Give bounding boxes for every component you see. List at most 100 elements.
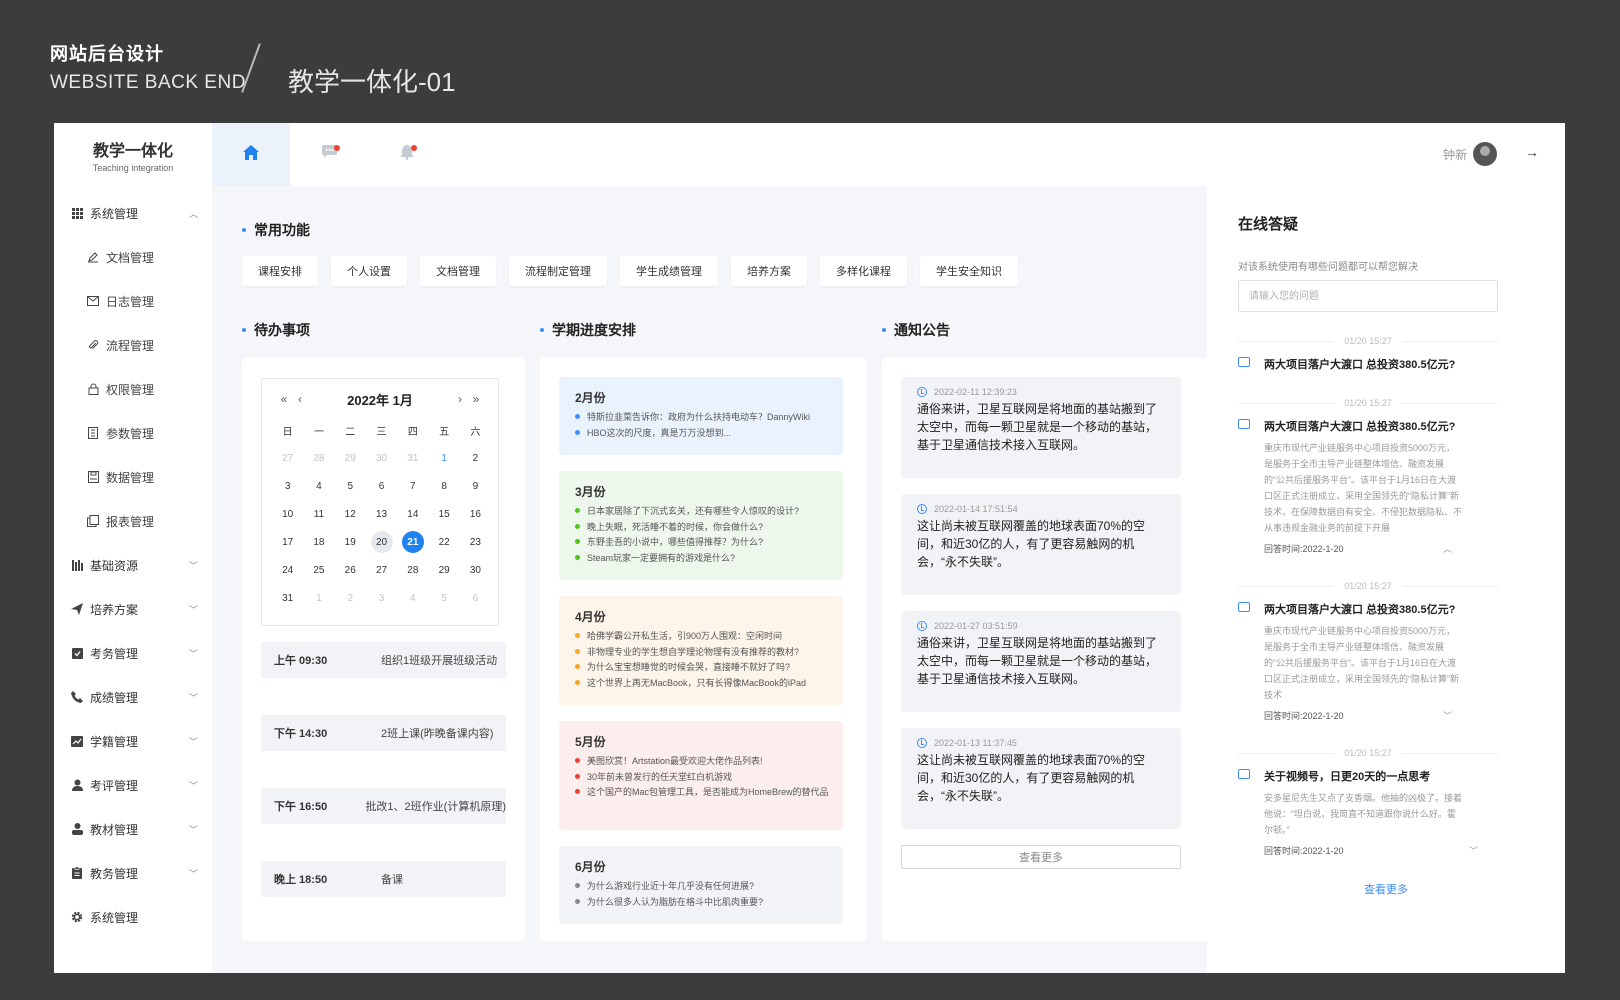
sidebar-item-system[interactable]: 系统管理 ︿ xyxy=(54,191,212,235)
sidebar-item-logs[interactable]: 日志管理 xyxy=(54,279,212,323)
notices-more-button[interactable]: 查看更多 xyxy=(901,845,1181,869)
calendar-day[interactable]: 4 xyxy=(308,475,330,497)
calendar-day[interactable]: 28 xyxy=(308,447,330,469)
calendar-day[interactable]: 23 xyxy=(464,531,486,553)
sidebar-item-data[interactable]: 数据管理 xyxy=(54,455,212,499)
chevron-down-icon[interactable]: ﹀ xyxy=(1443,709,1452,722)
quick-docs-button[interactable]: 文档管理 xyxy=(420,256,496,286)
user-menu[interactable]: 钟新 xyxy=(1443,142,1497,166)
month-list-item[interactable]: 美图欣赏！Artstation最受欢迎大佬作品列表! xyxy=(575,753,827,769)
todo-item[interactable]: 下午 16:50 批改1、2班作业(计算机原理) xyxy=(261,788,506,824)
calendar-day[interactable]: 3 xyxy=(277,475,299,497)
sidebar-item-training[interactable]: 培养方案 ﹀ xyxy=(54,587,212,631)
notice-item[interactable]: 2022-01-27 03:51:59 通俗来讲，卫星互联网是将地面的基站搬到了… xyxy=(901,611,1181,712)
notice-item[interactable]: 2022-01-13 11:37:45 这让尚未被互联网覆盖的地球表面70%的空… xyxy=(901,728,1181,829)
month-list-item[interactable]: 为什么很多人认为脂肪在格斗中比肌肉重要? xyxy=(575,894,827,910)
month-block[interactable]: 4月份 哈佛学霸公开私生活，引900万人围观：空闲时间 非物理专业的学生想自学理论… xyxy=(559,596,843,705)
qa-item[interactable]: 01/20 15:27 两大项目落户大渡口 总投资380.5亿元? 重庆市现代产… xyxy=(1238,581,1498,722)
calendar-day[interactable]: 15 xyxy=(433,503,455,525)
calendar-day[interactable]: 2 xyxy=(464,447,486,469)
calendar-day[interactable]: 5 xyxy=(433,587,455,609)
calendar-day[interactable]: 26 xyxy=(339,559,361,581)
sidebar-item-reports[interactable]: 报表管理 xyxy=(54,499,212,543)
month-list-item[interactable]: 日本家居除了下沉式玄关，还有哪些令人惊叹的设计? xyxy=(575,503,827,519)
sidebar-item-docs[interactable]: 文档管理 xyxy=(54,235,212,279)
todo-item[interactable]: 下午 14:30 2班上课(昨晚备课内容) xyxy=(261,715,506,751)
month-block[interactable]: 3月份 日本家居除了下沉式玄关，还有哪些令人惊叹的设计? 晚上失眠，死活睡不着的时… xyxy=(559,471,843,580)
sidebar-item-textbooks[interactable]: 教材管理 ﹀ xyxy=(54,807,212,851)
calendar-day[interactable]: 9 xyxy=(464,475,486,497)
calendar-day[interactable]: 29 xyxy=(433,559,455,581)
month-block[interactable]: 5月份 美图欣赏！Artstation最受欢迎大佬作品列表! 30年前未曾发行的任… xyxy=(559,721,843,830)
calendar-day[interactable]: 31 xyxy=(402,447,424,469)
question-input[interactable] xyxy=(1238,280,1498,312)
month-block[interactable]: 2月份 特斯拉韭菜告诉你：政府为什么扶持电动车？DannyWiki HBO这次的尺… xyxy=(559,377,843,455)
calendar-day[interactable]: 2 xyxy=(339,587,361,609)
sidebar-item-process[interactable]: 流程管理 xyxy=(54,323,212,367)
calendar-day[interactable]: 3 xyxy=(371,587,393,609)
calendar-day[interactable]: 6 xyxy=(371,475,393,497)
chevron-up-icon[interactable]: ︿ xyxy=(1443,542,1452,555)
quick-process-button[interactable]: 流程制定管理 xyxy=(509,256,607,286)
month-list-item[interactable]: 特斯拉韭菜告诉你：政府为什么扶持电动车？DannyWiki xyxy=(575,409,827,425)
calendar-day[interactable]: 18 xyxy=(308,531,330,553)
logout-arrow-icon[interactable]: → xyxy=(1525,144,1539,160)
calendar-day[interactable]: 17 xyxy=(277,531,299,553)
sidebar-item-evaluation[interactable]: 考评管理 ﹀ xyxy=(54,763,212,807)
calendar-day[interactable]: 27 xyxy=(277,447,299,469)
calendar-day[interactable]: 10 xyxy=(277,503,299,525)
sidebar-item-grades[interactable]: 成绩管理 ﹀ xyxy=(54,675,212,719)
sidebar-item-params[interactable]: 参数管理 xyxy=(54,411,212,455)
sidebar-item-records[interactable]: 学籍管理 ﹀ xyxy=(54,719,212,763)
month-list-item[interactable]: 晚上失眠，死活睡不着的时候，你会做什么? xyxy=(575,519,827,535)
tab-messages[interactable] xyxy=(290,123,368,186)
sidebar-item-permissions[interactable]: 权限管理 xyxy=(54,367,212,411)
prev-month-icon[interactable]: ‹ xyxy=(292,392,308,406)
calendar-day[interactable]: 29 xyxy=(339,447,361,469)
notice-item[interactable]: 2022-01-14 17:51:54 这让尚未被互联网覆盖的地球表面70%的空… xyxy=(901,494,1181,595)
month-list-item[interactable]: 非物理专业的学生想自学理论物理有没有推荐的教材? xyxy=(575,644,827,660)
calendar-day[interactable]: 20 xyxy=(370,531,393,553)
calendar-day[interactable]: 22 xyxy=(433,531,455,553)
month-list-item[interactable]: 这个国产的Mac包管理工具，是否能成为HomeBrew的替代品 xyxy=(575,784,829,800)
logo[interactable]: 教学一体化 Teaching integration xyxy=(54,123,212,185)
sidebar-item-academic[interactable]: 教务管理 ﹀ xyxy=(54,851,212,895)
calendar-day[interactable]: 7 xyxy=(402,475,424,497)
calendar-day[interactable]: 30 xyxy=(371,447,393,469)
calendar-day[interactable]: 1 xyxy=(308,587,330,609)
qa-item[interactable]: 01/20 15:27 两大项目落户大渡口 总投资380.5亿元? xyxy=(1238,336,1498,372)
quick-grades-button[interactable]: 学生成绩管理 xyxy=(620,256,718,286)
month-list-item[interactable]: 东野圭吾的小说中，哪些值得推荐？为什么? xyxy=(575,534,827,550)
quick-personal-settings-button[interactable]: 个人设置 xyxy=(331,256,407,286)
calendar-day[interactable]: 19 xyxy=(339,531,361,553)
calendar-day[interactable]: 4 xyxy=(402,587,424,609)
calendar-day[interactable]: 31 xyxy=(277,587,299,609)
quick-safety-button[interactable]: 学生安全知识 xyxy=(920,256,1018,286)
calendar-day[interactable]: 1 xyxy=(433,447,455,469)
month-list-item[interactable]: 这个世界上再无MacBook，只有长得像MacBook的iPad xyxy=(575,675,827,691)
next-month-icon[interactable]: › xyxy=(452,392,468,406)
calendar-day[interactable]: 6 xyxy=(464,587,486,609)
quick-course-schedule-button[interactable]: 课程安排 xyxy=(242,256,318,286)
qa-more-link[interactable]: 查看更多 xyxy=(1207,881,1565,897)
calendar-day[interactable]: 16 xyxy=(464,503,486,525)
tab-notifications[interactable] xyxy=(368,123,446,186)
sidebar-item-resources[interactable]: 基础资源 ﹀ xyxy=(54,543,212,587)
month-list-item[interactable]: Steam玩家一定要拥有的游戏是什么? xyxy=(575,550,827,566)
calendar-day[interactable]: 8 xyxy=(433,475,455,497)
notice-item[interactable]: 2022-02-11 12:39:23 通俗来讲，卫星互联网是将地面的基站搬到了… xyxy=(901,377,1181,478)
month-list-item[interactable]: 为什么游戏行业近十年几乎没有任何进展? xyxy=(575,878,827,894)
calendar-day[interactable]: 11 xyxy=(308,503,330,525)
calendar-day[interactable]: 12 xyxy=(339,503,361,525)
month-list-item[interactable]: 为什么宝宝想睡觉的时候会哭，直接睡不就好了吗? xyxy=(575,659,827,675)
month-list-item[interactable]: HBO这次的尺度，真是万万没想到... xyxy=(575,425,827,441)
calendar-day[interactable]: 13 xyxy=(371,503,393,525)
todo-item[interactable]: 晚上 18:50 备课 xyxy=(261,861,506,897)
month-list-item[interactable]: 30年前未曾发行的任天堂红白机游戏 xyxy=(575,769,827,785)
qa-item[interactable]: 01/20 15:27 关于视频号，日更20天的一点思考 安多星尼先生又点了支香… xyxy=(1238,748,1498,857)
todo-item[interactable]: 上午 09:30 组织1班级开展班级活动 xyxy=(261,642,506,678)
month-block[interactable]: 6月份 为什么游戏行业近十年几乎没有任何进展? 为什么很多人认为脂肪在格斗中比肌肉… xyxy=(559,846,843,924)
next-year-icon[interactable]: » xyxy=(468,392,484,406)
tab-home[interactable] xyxy=(212,123,290,186)
calendar-day[interactable]: 24 xyxy=(277,559,299,581)
